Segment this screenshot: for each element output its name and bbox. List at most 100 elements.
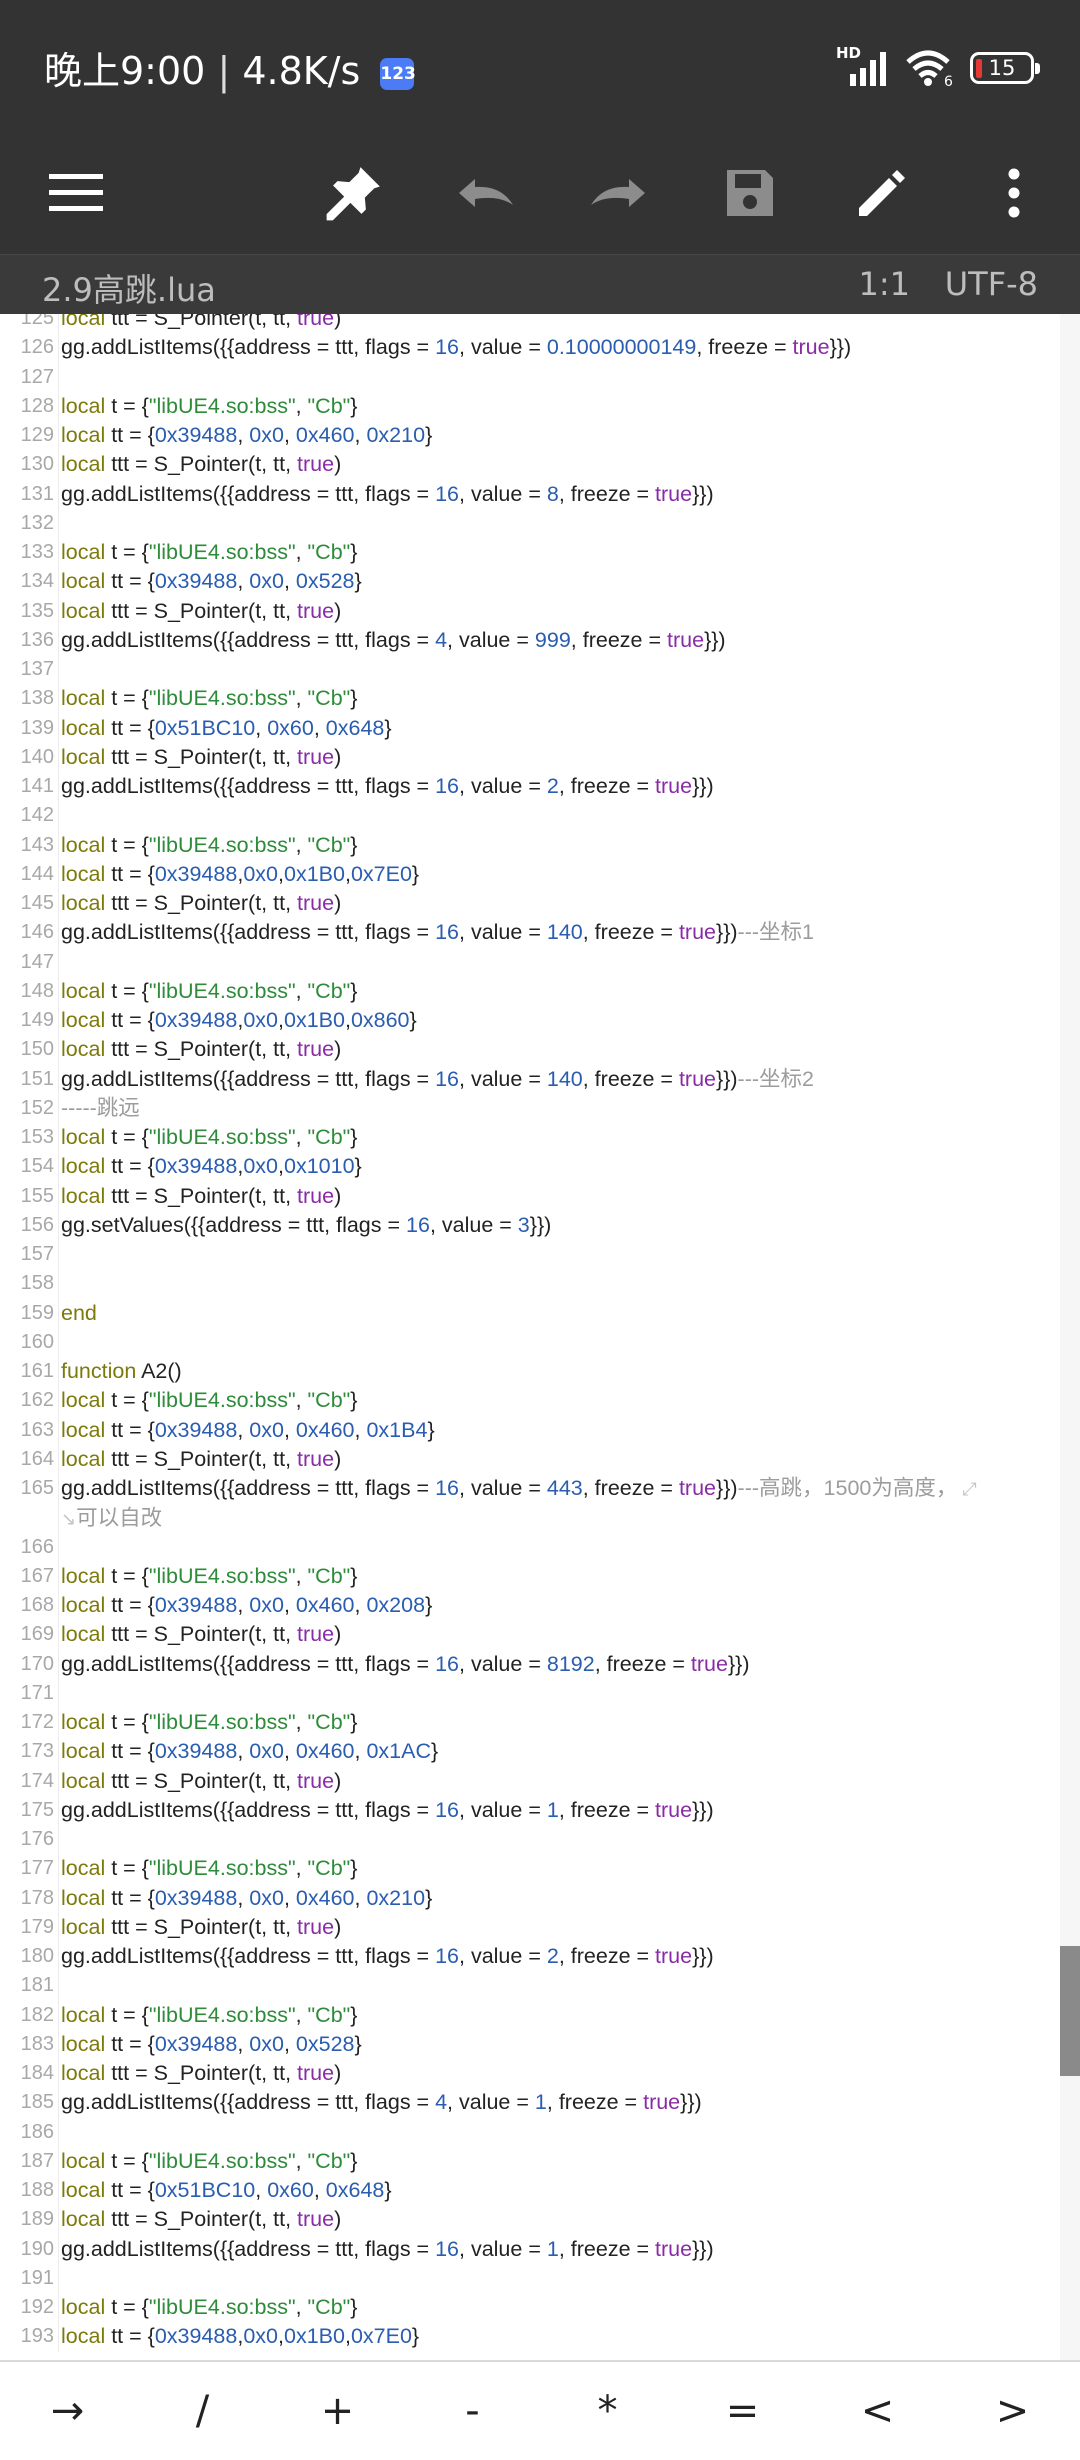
scrollbar-thumb[interactable] xyxy=(1060,1946,1080,2076)
symbol-key[interactable]: / xyxy=(135,2362,270,2460)
file-encoding[interactable]: UTF-8 xyxy=(945,265,1038,303)
code-line[interactable]: 181 xyxy=(0,1971,1060,2001)
code-token: true xyxy=(655,1944,693,1968)
code-line[interactable]: 163 local tt = {0x39488, 0x0, 0x460, 0x1B… xyxy=(0,1415,1060,1445)
code-line[interactable]: 137 xyxy=(0,655,1060,685)
code-line[interactable]: 177 local t = {"libUE4.so:bss", "Cb"} xyxy=(0,1854,1060,1884)
code-line[interactable]: 186 xyxy=(0,2117,1060,2147)
code-line[interactable]: 189 local ttt = S_Pointer(t, tt, true) xyxy=(0,2205,1060,2235)
code-line[interactable]: 134 local tt = {0x39488, 0x0, 0x528} xyxy=(0,567,1060,597)
code-token: t = { xyxy=(111,978,149,1003)
menu-button[interactable] xyxy=(26,132,126,254)
symbol-key[interactable]: = xyxy=(675,2362,810,2460)
code-text: local ttt = S_Pointer(t, tt, true) xyxy=(61,889,341,918)
code-line[interactable]: 193 local tt = {0x39488,0x0,0x1B0,0x7E0} xyxy=(0,2322,1060,2352)
code-line[interactable]: 135 local ttt = S_Pointer(t, tt, true) xyxy=(0,596,1060,626)
code-token: , freeze = xyxy=(594,1651,691,1676)
symbol-key[interactable]: - xyxy=(405,2362,540,2460)
code-line[interactable]: 175 gg.addListItems({{address = ttt, flag… xyxy=(0,1795,1060,1825)
line-number: 176 xyxy=(20,1828,54,1850)
code-line[interactable]: 160 xyxy=(0,1327,1060,1357)
code-line[interactable]: 154 local tt = {0x39488,0x0,0x1010} xyxy=(0,1152,1060,1182)
symbol-key[interactable]: * xyxy=(540,2362,675,2460)
code-line[interactable]: 150 local ttt = S_Pointer(t, tt, true) xyxy=(0,1035,1060,1065)
code-line[interactable]: 183 local tt = {0x39488, 0x0, 0x528} xyxy=(0,2029,1060,2059)
code-line[interactable]: 138 local t = {"libUE4.so:bss", "Cb"} xyxy=(0,684,1060,714)
code-line[interactable]: 127 xyxy=(0,362,1060,392)
code-line[interactable]: 162 local t = {"libUE4.so:bss", "Cb"} xyxy=(0,1386,1060,1416)
code-line[interactable]: 187 local t = {"libUE4.so:bss", "Cb"} xyxy=(0,2146,1060,2176)
code-line[interactable]: 128 local t = {"libUE4.so:bss", "Cb"} xyxy=(0,391,1060,421)
code-line[interactable]: 184 local ttt = S_Pointer(t, tt, true) xyxy=(0,2059,1060,2089)
code-line[interactable]: 158 xyxy=(0,1269,1060,1299)
code-line[interactable]: 125 local ttt = S_Pointer(t, tt, true) xyxy=(0,314,1060,334)
code-line[interactable]: 166 xyxy=(0,1532,1060,1562)
code-line[interactable]: 171 xyxy=(0,1678,1060,1708)
code-line[interactable]: 156 gg.setValues({{address = ttt, flags =… xyxy=(0,1210,1060,1240)
code-line[interactable]: 180 gg.addListItems({{address = ttt, flag… xyxy=(0,1942,1060,1972)
code-line[interactable]: 144 local tt = {0x39488,0x0,0x1B0,0x7E0} xyxy=(0,859,1060,889)
code-line[interactable]: 136 gg.addListItems({{address = ttt, flag… xyxy=(0,625,1060,655)
undo-button[interactable] xyxy=(436,132,536,254)
code-line[interactable]: 172 local t = {"libUE4.so:bss", "Cb"} xyxy=(0,1708,1060,1738)
code-line[interactable]: 147 xyxy=(0,947,1060,977)
line-number: 136 xyxy=(20,628,54,651)
code-line[interactable]: 148 local t = {"libUE4.so:bss", "Cb"} xyxy=(0,976,1060,1006)
code-line[interactable]: 173 local tt = {0x39488, 0x0, 0x460, 0x1A… xyxy=(0,1737,1060,1767)
code-line[interactable]: 174 local ttt = S_Pointer(t, tt, true) xyxy=(0,1766,1060,1796)
code-editor[interactable]: 125 local ttt = S_Pointer(t, tt, true) 126… xyxy=(0,314,1080,2360)
code-line[interactable]: 185 gg.addListItems({{address = ttt, flag… xyxy=(0,2088,1060,2118)
code-line[interactable]: 179 local ttt = S_Pointer(t, tt, true) xyxy=(0,1912,1060,1942)
code-line[interactable]: 145 local ttt = S_Pointer(t, tt, true) xyxy=(0,889,1060,919)
more-options-button[interactable] xyxy=(964,132,1064,254)
code-token: "libUE4.so:bss" xyxy=(148,1125,296,1149)
code-line[interactable]: 157 xyxy=(0,1240,1060,1270)
code-line[interactable]: 130 local ttt = S_Pointer(t, tt, true) xyxy=(0,450,1060,480)
code-line[interactable]: 170 gg.addListItems({{address = ttt, flag… xyxy=(0,1649,1060,1679)
code-line[interactable]: 131 gg.addListItems({{address = ttt, flag… xyxy=(0,479,1060,509)
code-line[interactable]: 149 local tt = {0x39488,0x0,0x1B0,0x860} xyxy=(0,1006,1060,1036)
symbol-key[interactable]: → xyxy=(0,2362,135,2460)
gutter-divider xyxy=(58,1620,59,1650)
code-line[interactable]: 139 local tt = {0x51BC10, 0x60, 0x648} xyxy=(0,713,1060,743)
code-line[interactable]: 143 local t = {"libUE4.so:bss", "Cb"} xyxy=(0,830,1060,860)
code-line[interactable]: 129 local tt = {0x39488, 0x0, 0x460, 0x21… xyxy=(0,421,1060,451)
symbol-key[interactable]: < xyxy=(810,2362,945,2460)
code-line[interactable]: 168 local tt = {0x39488, 0x0, 0x460, 0x20… xyxy=(0,1591,1060,1621)
code-line[interactable]: 152 -----跳远 xyxy=(0,1093,1060,1123)
code-line[interactable]: 126 gg.addListItems({{address = ttt, flag… xyxy=(0,333,1060,363)
clock: 晚上9:00 xyxy=(44,49,206,93)
code-line[interactable]: 190 gg.addListItems({{address = ttt, flag… xyxy=(0,2234,1060,2264)
code-line[interactable]: 192 local t = {"libUE4.so:bss", "Cb"} xyxy=(0,2293,1060,2323)
code-line[interactable]: 161 function A2() xyxy=(0,1357,1060,1387)
redo-button[interactable] xyxy=(568,132,668,254)
save-button[interactable] xyxy=(700,132,800,254)
code-line[interactable]: 178 local tt = {0x39488, 0x0, 0x460, 0x21… xyxy=(0,1883,1060,1913)
line-number: 137 xyxy=(20,658,54,680)
code-line[interactable]: 188 local tt = {0x51BC10, 0x60, 0x648} xyxy=(0,2176,1060,2206)
code-line[interactable]: 153 local t = {"libUE4.so:bss", "Cb"} xyxy=(0,1123,1060,1153)
code-line[interactable]: 132 xyxy=(0,508,1060,538)
code-line[interactable]: 164 local ttt = S_Pointer(t, tt, true) xyxy=(0,1444,1060,1474)
file-name[interactable]: 2.9高跳.lua xyxy=(42,265,216,311)
code-line[interactable]: 176 xyxy=(0,1825,1060,1855)
code-token: 16 xyxy=(435,920,459,945)
symbol-key[interactable]: > xyxy=(945,2362,1080,2460)
code-line[interactable]: 151 gg.addListItems({{address = ttt, flag… xyxy=(0,1064,1060,1094)
code-token: local xyxy=(61,1388,112,1413)
pin-button[interactable] xyxy=(304,132,404,254)
edit-button[interactable] xyxy=(832,132,932,254)
symbol-key[interactable]: + xyxy=(270,2362,405,2460)
code-line[interactable]: 169 local ttt = S_Pointer(t, tt, true) xyxy=(0,1620,1060,1650)
code-line[interactable]: 142 xyxy=(0,801,1060,831)
code-line[interactable]: 146 gg.addListItems({{address = ttt, flag… xyxy=(0,918,1060,948)
code-line[interactable]: 159 end xyxy=(0,1298,1060,1328)
code-line[interactable]: 191 xyxy=(0,2263,1060,2293)
code-line[interactable]: 155 local ttt = S_Pointer(t, tt, true) xyxy=(0,1181,1060,1211)
code-line[interactable]: 165 gg.addListItems({{address = ttt, flag… xyxy=(0,1474,1060,1533)
code-line[interactable]: 167 local t = {"libUE4.so:bss", "Cb"} xyxy=(0,1561,1060,1591)
code-line[interactable]: 133 local t = {"libUE4.so:bss", "Cb"} xyxy=(0,538,1060,568)
code-line[interactable]: 140 local ttt = S_Pointer(t, tt, true) xyxy=(0,742,1060,772)
code-line[interactable]: 182 local t = {"libUE4.so:bss", "Cb"} xyxy=(0,2000,1060,2030)
code-line[interactable]: 141 gg.addListItems({{address = ttt, flag… xyxy=(0,772,1060,802)
